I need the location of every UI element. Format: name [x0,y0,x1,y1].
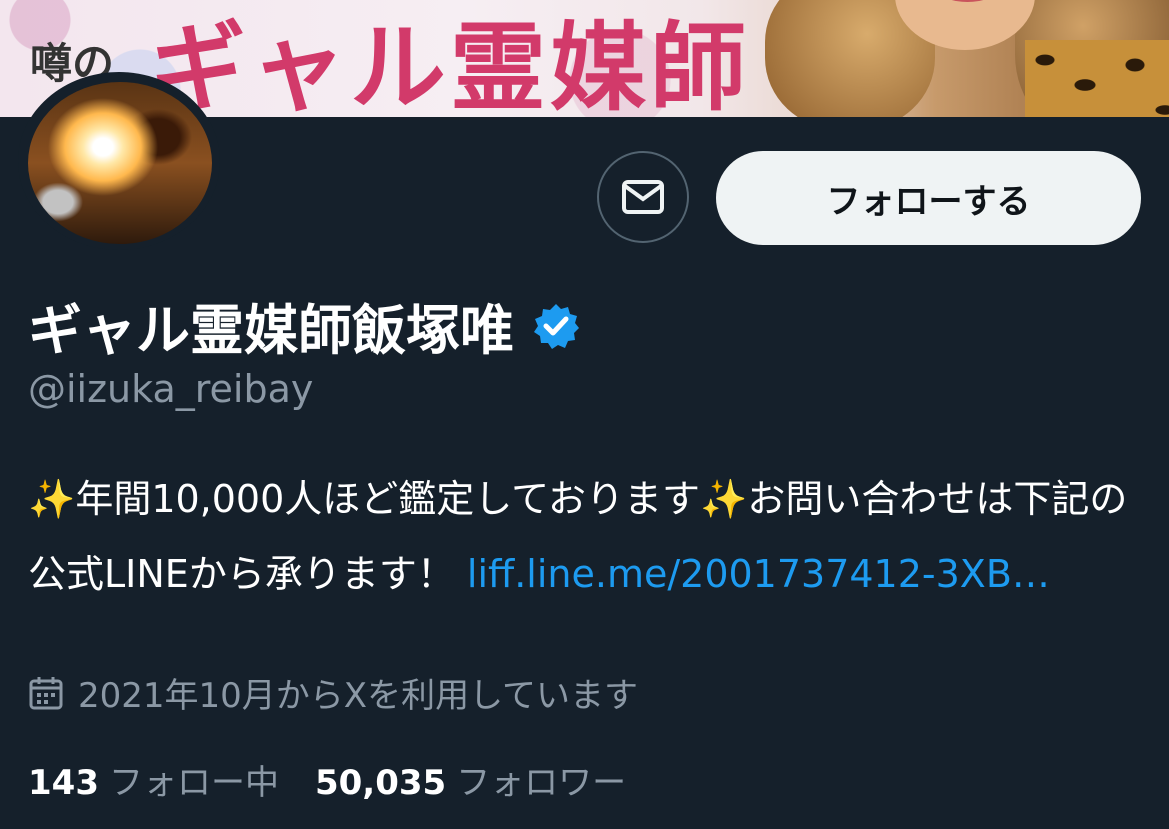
user-handle: @iizuka_reibay [28,367,314,411]
message-button[interactable] [597,151,689,243]
display-name-row: ギャル霊媒師飯塚唯 [28,286,580,365]
banner-photo [765,0,1169,117]
calendar-icon [29,676,63,709]
join-date: 2021年10月からXを利用しています [28,668,638,717]
bio-link[interactable]: liff.line.me/2001737412-3XB… [467,552,1050,596]
following-link[interactable]: 143 フォロー中 [28,755,279,804]
avatar[interactable] [28,82,212,244]
followers-label: フォロワー [456,763,627,803]
profile-bio: ✨年間10,000人ほど鑑定しております✨お問い合わせは下記の公式LINEから承… [28,462,1138,612]
follow-stats: 143 フォロー中 50,035 フォロワー [28,755,626,804]
banner-title: ギャル霊媒師 [150,12,750,117]
verified-badge-icon[interactable] [532,302,580,350]
followers-count: 50,035 [314,763,447,803]
display-name: ギャル霊媒師飯塚唯 [28,299,514,362]
mail-icon [622,180,664,214]
join-date-text: 2021年10月からXを利用しています [78,676,639,716]
follow-button[interactable]: フォローする [716,151,1141,245]
following-label: フォロー中 [108,763,279,803]
followers-link[interactable]: 50,035 フォロワー [315,755,626,804]
following-count: 143 [28,763,99,803]
